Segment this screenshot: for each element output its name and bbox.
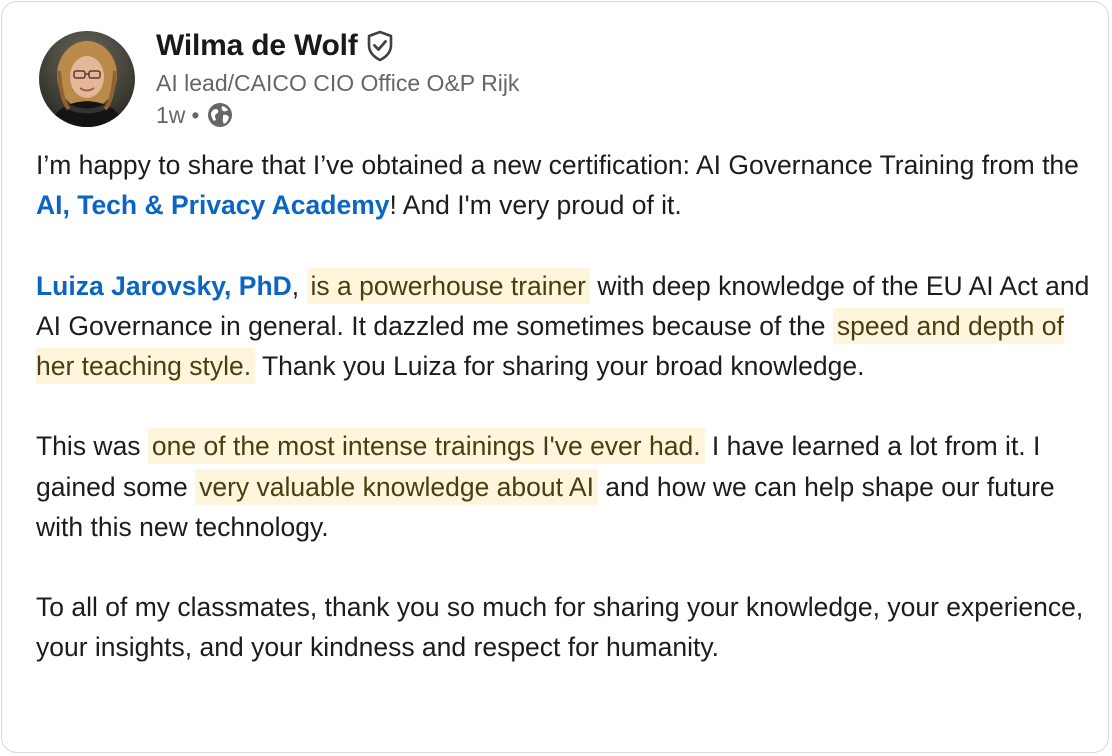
highlighted-text: one of the most intense trainings I've e… [147, 428, 705, 465]
mention-link[interactable]: Luiza Jarovsky, PhD [36, 271, 292, 301]
post-text: Thank you Luiza for sharing your broad k… [255, 351, 865, 381]
highlighted-text: is a powerhouse trainer [306, 267, 590, 304]
author-headline: AI lead/CAICO CIO Office O&P Rijk [156, 70, 520, 96]
post-text: I’m happy to share that I’ve obtained a … [36, 150, 1079, 180]
post-body: I’m happy to share that I’ve obtained a … [36, 145, 1092, 668]
post-text: To all of my classmates, thank you so mu… [36, 592, 1084, 663]
meta-separator: • [191, 101, 200, 128]
author-name-text[interactable]: Wilma de Wolf [156, 29, 358, 63]
academy-link[interactable]: AI, Tech & Privacy Academy [36, 190, 390, 220]
post-text: This was [36, 431, 148, 462]
post-paragraph-3: This was one of the most intense trainin… [36, 426, 1092, 547]
post-text: , [291, 270, 307, 301]
author-name[interactable]: Wilma de Wolf [156, 29, 396, 63]
shield-check-icon [364, 29, 396, 63]
post-card: Wilma de Wolf AI lead/CAICO CIO Office O… [1, 1, 1109, 753]
post-paragraph-2: Luiza Jarovsky, PhD, is a powerhouse tra… [36, 266, 1092, 387]
post-text: ! And I'm very proud of it. [389, 190, 682, 221]
post-paragraph-1: I’m happy to share that I’ve obtained a … [36, 145, 1092, 225]
highlighted-text: very valuable knowledge about AI [195, 468, 598, 505]
globe-icon [206, 101, 234, 129]
post-time: 1w [156, 101, 186, 128]
post-paragraph-4: To all of my classmates, thank you so mu… [36, 587, 1092, 667]
avatar[interactable] [39, 31, 135, 127]
post-meta: 1w • [156, 101, 234, 129]
